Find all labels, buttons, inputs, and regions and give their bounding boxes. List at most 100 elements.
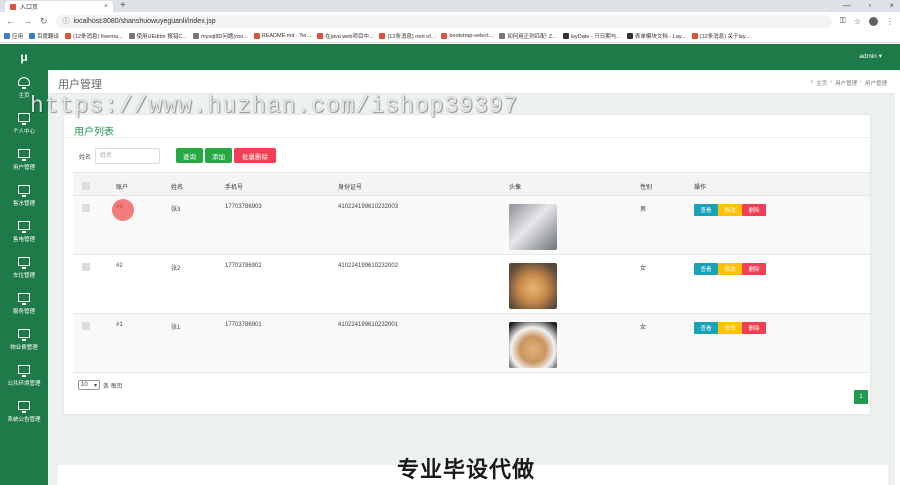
cell-idcard: 410224199610232003 [338,204,399,210]
table-row: #2 张2 17703786902 410224199610232002 女 查… [73,255,870,314]
monitor-icon [18,401,30,413]
cell-account: #2 [116,263,123,269]
browser-tab[interactable]: 入口页 × [5,1,113,12]
row-checkbox[interactable] [82,204,90,212]
admin-menu[interactable]: admin ▾ [859,52,882,60]
bookmark-item[interactable]: 表单模块文档 - Lay... [626,32,686,40]
table-row: #1 张1 17703786901 410224199610232001 女 查… [73,314,870,373]
breadcrumb: ⌂ 主页 › 用户管理 › 用户管理 [809,79,887,87]
new-tab-icon[interactable]: + [120,0,126,12]
bookmark-item[interactable]: 在java web项目中... [317,32,373,40]
delete-button[interactable]: 删除 [742,322,766,334]
profile-avatar[interactable] [869,16,878,26]
sidebar-item-water[interactable]: 售水管理 [0,178,48,214]
star-icon[interactable]: ☆ [854,17,861,26]
bookmarks-bar: 应用 百度翻译 (12条消息) freema... 使用UEditor 报错C.… [0,30,900,43]
add-button[interactable]: 添加 [205,148,232,163]
page-size-control: 10 ▾ 条 每页 [78,380,123,390]
forward-icon[interactable]: → [23,16,32,26]
bookmark-item[interactable]: bootstrap-select... [441,33,493,39]
cell-name: 张2 [171,266,181,272]
url-text: localhost:8080/shanshuowuyeguanli/index.… [73,17,216,25]
page-1-button[interactable]: 1 [854,390,868,404]
view-button[interactable]: 查看 [694,263,718,275]
cell-phone: 17703786901 [225,322,262,328]
minimize-icon[interactable]: — [842,0,850,12]
delete-button[interactable]: 删除 [742,263,766,275]
breadcrumb-home[interactable]: 主页 [816,79,827,87]
bookmark-item[interactable]: 如何用正则匹配: Z... [499,32,557,40]
watermark-caption: 专业毕设代做 [397,458,536,483]
col-avatar: 头像 [509,185,522,191]
bookmark-item[interactable]: 应用 [4,32,23,40]
cell-idcard: 410224199610232002 [338,263,399,269]
cell-gender: 男 [640,207,647,213]
app-logo[interactable]: μ [0,44,48,70]
cell-gender: 女 [640,266,647,272]
sidebar-item-service[interactable]: 服务管理 [0,286,48,322]
edit-button[interactable]: 修改 [718,263,742,275]
select-all-checkbox[interactable] [82,182,90,190]
monitor-icon [18,221,30,233]
bookmark-icon [128,33,135,39]
cursor-click-indicator [112,199,134,221]
close-tab-icon[interactable]: × [104,3,108,10]
sidebar-item-electricity[interactable]: 售电管理 [0,214,48,250]
bookmark-icon [253,33,260,39]
page-title: 用户管理 [58,79,102,91]
bookmark-item[interactable]: (12条消息) 关于lay... [691,32,750,40]
key-icon[interactable]: ⚿ [840,16,846,26]
user-table: 账户 姓名 手机号 身份证号 头像 性别 操作 #3 张3 1770378690… [73,172,870,373]
monitor-icon [18,329,30,341]
edit-button[interactable]: 修改 [718,322,742,334]
sidebar-item-parking[interactable]: 车位管理 [0,250,48,286]
sidebar-item-environment[interactable]: 公共环境管理 [0,358,48,394]
delete-button[interactable]: 删除 [742,204,766,216]
back-icon[interactable]: ← [6,16,15,26]
monitor-icon [18,257,30,269]
sidebar-item-announcement[interactable]: 系统公告管理 [0,394,48,430]
bookmark-icon [192,33,199,39]
main-content: 用户管理 ⌂ 主页 › 用户管理 › 用户管理 用户列表 姓名 查询 添加 批量… [48,70,895,485]
maximize-icon[interactable]: ▫ [868,0,871,12]
row-checkbox[interactable] [82,263,90,271]
view-button[interactable]: 查看 [694,204,718,216]
menu-dots-icon[interactable]: ⋮ [886,17,894,26]
url-field[interactable]: ⓘ localhost:8080/shanshuowuyeguanli/inde… [55,14,832,28]
cell-name: 张1 [171,325,181,331]
name-search-input[interactable] [95,148,160,164]
edit-button[interactable]: 修改 [718,204,742,216]
row-checkbox[interactable] [82,322,90,330]
bookmark-icon [317,33,324,39]
bookmark-item[interactable]: 使用UEditor 报错C... [128,32,187,40]
query-button[interactable]: 查询 [176,148,203,163]
col-actions: 操作 [694,185,707,191]
reload-icon[interactable]: ↻ [40,16,48,27]
col-gender: 性别 [640,185,653,191]
view-button[interactable]: 查看 [694,322,718,334]
browser-tab-bar: 入口页 × + — ▫ × [0,0,900,12]
site-info-icon[interactable]: ⓘ [63,16,70,26]
bookmark-item[interactable]: mysql8D问题(roo... [192,32,248,40]
bookmark-item[interactable]: (12条消息) root of... [379,32,435,40]
apps-icon [4,33,10,39]
col-account: 账户 [116,185,129,191]
breadcrumb-current: 用户管理 [864,81,887,87]
bookmark-icon [626,33,633,39]
breadcrumb-section[interactable]: 用户管理 [835,79,857,87]
cell-name: 张3 [171,207,181,213]
bookmark-item[interactable]: 百度翻译 [29,32,59,40]
bookmark-item[interactable]: (12条消息) freema... [65,32,123,40]
sidebar-item-property-fee[interactable]: 物业费管理 [0,322,48,358]
address-bar: ← → ↻ ⓘ localhost:8080/shanshuowuyeguanl… [0,12,900,30]
sidebar-item-users[interactable]: 用户管理 [0,142,48,178]
avatar-image [509,204,557,250]
page-size-select[interactable]: 10 ▾ [78,380,100,390]
close-window-icon[interactable]: × [889,0,894,12]
bookmark-item[interactable]: README.md · Ter... [253,33,311,39]
monitor-icon [18,365,30,377]
table-row: #3 张3 17703786903 410224199610232003 男 查… [73,196,870,255]
batch-delete-button[interactable]: 批量删除 [234,148,276,163]
col-name: 姓名 [171,185,184,191]
bookmark-item[interactable]: layDate - 只日期与... [562,32,621,40]
